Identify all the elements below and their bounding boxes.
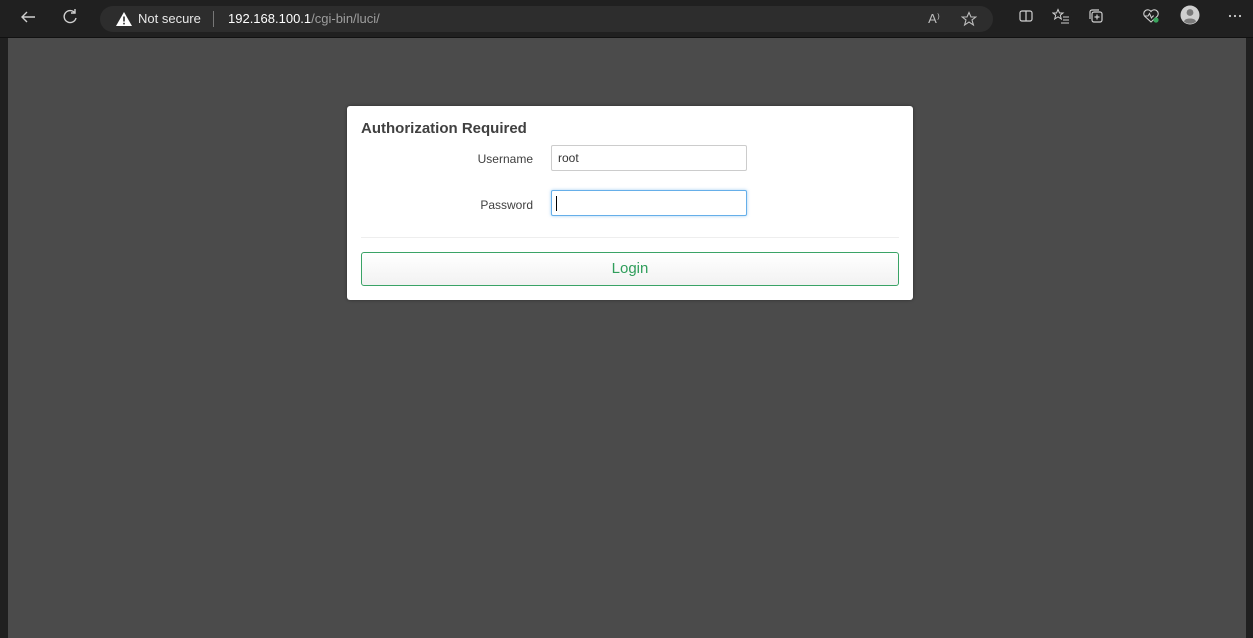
username-field[interactable] [551, 145, 747, 171]
profile-avatar-icon[interactable] [1177, 5, 1203, 31]
address-separator [213, 11, 214, 27]
heart-pulse-icon[interactable] [1138, 5, 1164, 31]
url-text[interactable]: 192.168.100.1/cgi-bin/luci/ [228, 11, 380, 26]
security-status-label[interactable]: Not secure [138, 11, 201, 26]
dialog-title: Authorization Required [361, 120, 527, 137]
refresh-icon[interactable] [57, 5, 83, 31]
password-label: Password [480, 198, 533, 212]
page-viewport: Authorization Required Username Password… [8, 38, 1246, 638]
browser-toolbar: Not secure 192.168.100.1/cgi-bin/luci/ A… [0, 0, 1253, 38]
login-button[interactable]: Login [361, 252, 899, 286]
login-dialog: Authorization Required Username Password… [347, 106, 913, 300]
read-aloud-glyph: A⁾ [928, 11, 940, 26]
username-label: Username [477, 152, 533, 166]
address-bar[interactable]: Not secure 192.168.100.1/cgi-bin/luci/ A… [100, 6, 993, 32]
browser-window: Not secure 192.168.100.1/cgi-bin/luci/ A… [0, 0, 1253, 638]
more-icon[interactable] [1222, 5, 1248, 31]
url-host: 192.168.100.1 [228, 11, 312, 26]
back-arrow-icon[interactable] [15, 5, 41, 31]
read-aloud-icon[interactable]: A⁾ [923, 8, 945, 30]
split-screen-icon[interactable] [1013, 5, 1039, 31]
dialog-divider [361, 237, 899, 238]
favorites-list-icon[interactable] [1048, 5, 1074, 31]
text-caret [556, 196, 557, 211]
url-path: /cgi-bin/luci/ [311, 11, 380, 26]
star-icon[interactable] [958, 8, 980, 30]
password-field[interactable] [551, 190, 747, 216]
warning-icon[interactable] [116, 12, 132, 26]
collections-icon[interactable] [1083, 5, 1109, 31]
